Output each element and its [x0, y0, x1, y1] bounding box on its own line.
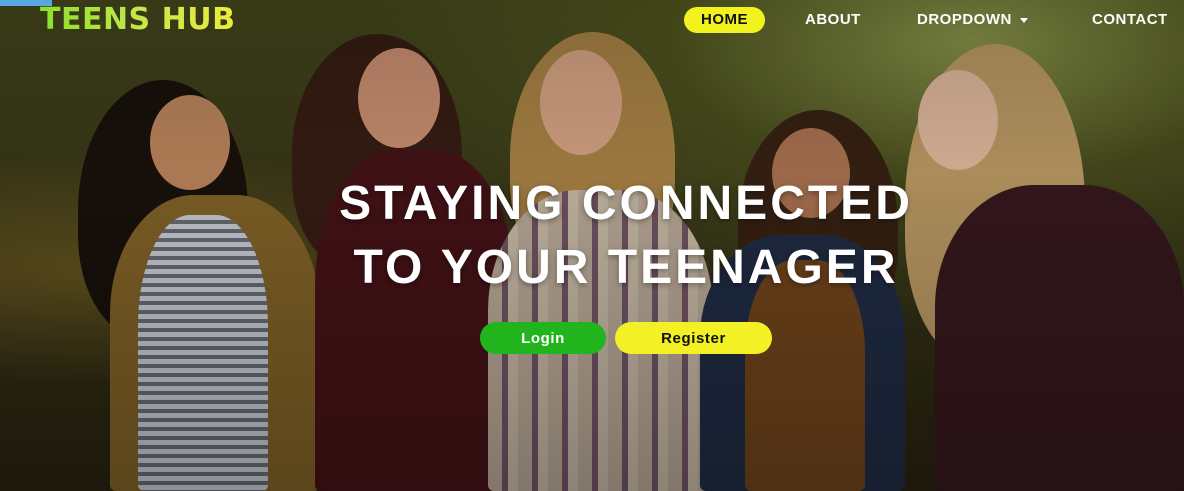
- nav-dropdown[interactable]: DROPDOWN: [917, 7, 1028, 33]
- nav-dropdown-label: DROPDOWN: [917, 11, 1012, 28]
- caret-down-icon: [1019, 17, 1028, 23]
- hero-headline-line1: STAYING CONNECTED: [339, 177, 913, 230]
- register-button[interactable]: Register: [615, 322, 772, 354]
- nav-home[interactable]: HOME: [684, 7, 765, 33]
- hero-headline-line2: TO YOUR TEENAGER: [353, 241, 899, 294]
- brand-logo[interactable]: TEENS HUB: [40, 2, 235, 38]
- login-button[interactable]: Login: [480, 322, 606, 354]
- nav-contact[interactable]: CONTACT: [1092, 7, 1168, 33]
- nav-about[interactable]: ABOUT: [805, 7, 861, 33]
